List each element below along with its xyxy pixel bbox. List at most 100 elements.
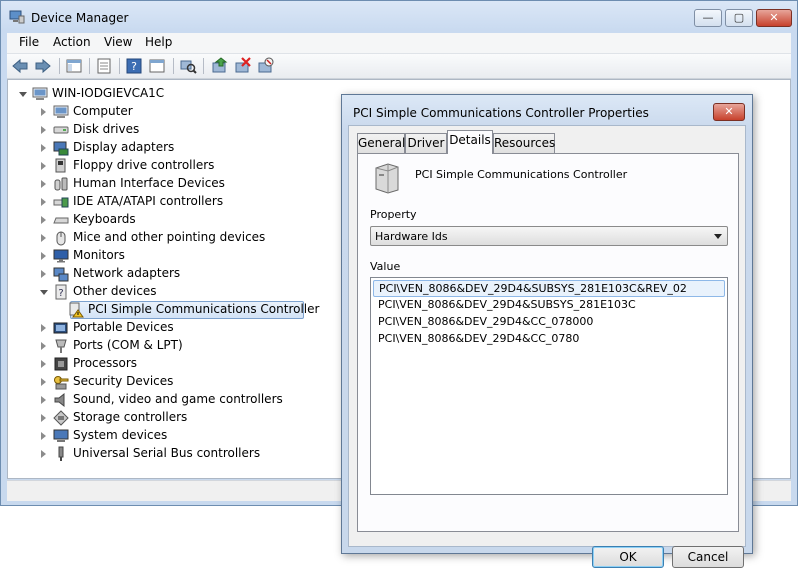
list-item[interactable]: PCI\VEN_8086&DEV_29D4&CC_0780: [373, 331, 725, 348]
collapse-arrow-icon[interactable]: [19, 92, 27, 97]
maximize-button[interactable]: ▢: [725, 9, 753, 27]
tree-item-label: System devices: [73, 428, 168, 442]
tab-details[interactable]: Details: [447, 130, 493, 154]
usb-icon: [58, 446, 64, 461]
expand-arrow-icon[interactable]: [41, 162, 46, 170]
storage-controller-icon: [53, 410, 69, 426]
tree-item-label: Mice and other pointing devices: [73, 230, 266, 244]
expand-arrow-icon[interactable]: [41, 180, 46, 188]
tree-item-processors[interactable]: Processors: [41, 355, 301, 373]
computer-icon: [53, 105, 69, 118]
tree-item-label: Ports (COM & LPT): [73, 338, 183, 352]
tree-item-label: Sound, video and game controllers: [73, 392, 283, 406]
dialog-close-button[interactable]: ✕: [713, 103, 745, 121]
other-devices-icon: ?: [55, 284, 67, 300]
menu-view[interactable]: View: [104, 35, 132, 49]
tree-root-label: WIN-IODGIEVCA1C: [52, 86, 165, 100]
tree-root[interactable]: WIN-IODGIEVCA1C: [19, 85, 220, 103]
expand-arrow-icon[interactable]: [41, 378, 46, 386]
back-icon[interactable]: [11, 57, 29, 75]
minimize-button[interactable]: —: [694, 9, 722, 27]
tree-item-disk-drives[interactable]: Disk drives: [41, 121, 301, 139]
tree-item-floppy-drive-controllers[interactable]: Floppy drive controllers: [41, 157, 301, 175]
tree-item-display-adapters[interactable]: Display adapters: [41, 139, 301, 157]
computer-root-icon: [32, 87, 48, 100]
dialog-body: General Driver Details Resources PCI Sim…: [348, 125, 746, 568]
tree-item-label: Network adapters: [73, 266, 181, 280]
menu-action[interactable]: Action: [53, 35, 91, 49]
title-bar[interactable]: Device Manager — ▢ ✕: [1, 1, 797, 33]
forward-icon[interactable]: [34, 57, 52, 75]
tree-item-portable-devices[interactable]: Portable Devices: [41, 319, 301, 337]
list-item[interactable]: PCI\VEN_8086&DEV_29D4&SUBSYS_281E103C&RE…: [373, 280, 725, 297]
close-button[interactable]: ✕: [756, 9, 792, 27]
expand-arrow-icon[interactable]: [41, 270, 46, 278]
menu-bar: File Action View Help: [7, 33, 791, 54]
list-item[interactable]: PCI\VEN_8086&DEV_29D4&CC_078000: [373, 314, 725, 331]
disk-drive-icon: [53, 126, 69, 134]
ok-button[interactable]: OK: [592, 546, 664, 568]
tree-item-ports[interactable]: Ports (COM & LPT): [41, 337, 301, 355]
menu-help[interactable]: Help: [145, 35, 172, 49]
tree-item-pci-simple-communications-controller[interactable]: PCI Simple Communications Controller: [66, 301, 319, 319]
tree-item-mice[interactable]: Mice and other pointing devices: [41, 229, 301, 247]
portable-device-icon: [53, 322, 68, 334]
tree-item-sound-video-game-controllers[interactable]: Sound, video and game controllers: [41, 391, 301, 409]
show-hide-console-tree-icon[interactable]: [65, 57, 83, 75]
tree-item-label: Display adapters: [73, 140, 175, 154]
value-label: Value: [370, 260, 401, 273]
property-dropdown[interactable]: Hardware Ids: [370, 226, 728, 246]
dialog-title: PCI Simple Communications Controller Pro…: [353, 106, 649, 120]
expand-arrow-icon[interactable]: [41, 234, 46, 242]
expand-arrow-icon[interactable]: [41, 342, 46, 350]
disable-icon[interactable]: [257, 57, 275, 75]
properties-icon[interactable]: [95, 57, 113, 75]
expand-arrow-icon[interactable]: [41, 126, 46, 134]
console-icon[interactable]: [148, 57, 166, 75]
help-icon[interactable]: ?: [125, 57, 143, 75]
expand-arrow-icon[interactable]: [41, 432, 46, 440]
expand-arrow-icon[interactable]: [41, 198, 46, 206]
tree-item-computer[interactable]: Computer: [41, 103, 301, 121]
scan-hardware-icon[interactable]: [179, 57, 197, 75]
value-list[interactable]: PCI\VEN_8086&DEV_29D4&SUBSYS_281E103C&RE…: [370, 277, 728, 495]
tree-item-label: Universal Serial Bus controllers: [73, 446, 261, 460]
tree-item-label: Disk drives: [73, 122, 140, 136]
update-driver-icon[interactable]: [211, 57, 229, 75]
expand-arrow-icon[interactable]: [41, 360, 46, 368]
expand-arrow-icon[interactable]: [41, 144, 46, 152]
expand-arrow-icon[interactable]: [41, 108, 46, 116]
expand-arrow-icon[interactable]: [41, 252, 46, 260]
tree-item-system-devices[interactable]: System devices: [41, 427, 301, 445]
list-item[interactable]: PCI\VEN_8086&DEV_29D4&SUBSYS_281E103C: [373, 297, 725, 314]
property-dropdown-value: Hardware Ids: [375, 230, 448, 243]
device-icon: [375, 163, 399, 194]
tree-item-usb-controllers[interactable]: Universal Serial Bus controllers: [41, 445, 301, 463]
tab-resources[interactable]: Resources: [493, 133, 555, 153]
tree-item-ide-ata-atapi-controllers[interactable]: IDE ATA/ATAPI controllers: [41, 193, 301, 211]
tree-item-label: Storage controllers: [73, 410, 188, 424]
tree-item-monitors[interactable]: Monitors: [41, 247, 301, 265]
expand-arrow-icon[interactable]: [41, 396, 46, 404]
ide-controller-icon: [53, 197, 69, 208]
menu-file[interactable]: File: [19, 35, 39, 49]
processor-icon: [54, 357, 68, 371]
tree-item-security-devices[interactable]: Security Devices: [41, 373, 301, 391]
tree-item-other-devices[interactable]: ? Other devices: [40, 283, 301, 301]
collapse-arrow-icon[interactable]: [40, 290, 48, 295]
cancel-button[interactable]: Cancel: [672, 546, 744, 568]
tree-item-keyboards[interactable]: Keyboards: [41, 211, 301, 229]
uninstall-icon[interactable]: [234, 57, 252, 75]
expand-arrow-icon[interactable]: [41, 324, 46, 332]
expand-arrow-icon[interactable]: [41, 414, 46, 422]
expand-arrow-icon[interactable]: [41, 216, 46, 224]
tree-item-storage-controllers[interactable]: Storage controllers: [41, 409, 301, 427]
expand-arrow-icon[interactable]: [41, 450, 46, 458]
tree-item-label: Monitors: [73, 248, 125, 262]
tab-driver[interactable]: Driver: [405, 133, 447, 153]
tree-item-label: IDE ATA/ATAPI controllers: [73, 194, 224, 208]
tab-general[interactable]: General: [357, 133, 405, 153]
tree-item-human-interface-devices[interactable]: Human Interface Devices: [41, 175, 301, 193]
tree-item-label: Keyboards: [73, 212, 136, 226]
tree-item-network-adapters[interactable]: Network adapters: [41, 265, 301, 283]
